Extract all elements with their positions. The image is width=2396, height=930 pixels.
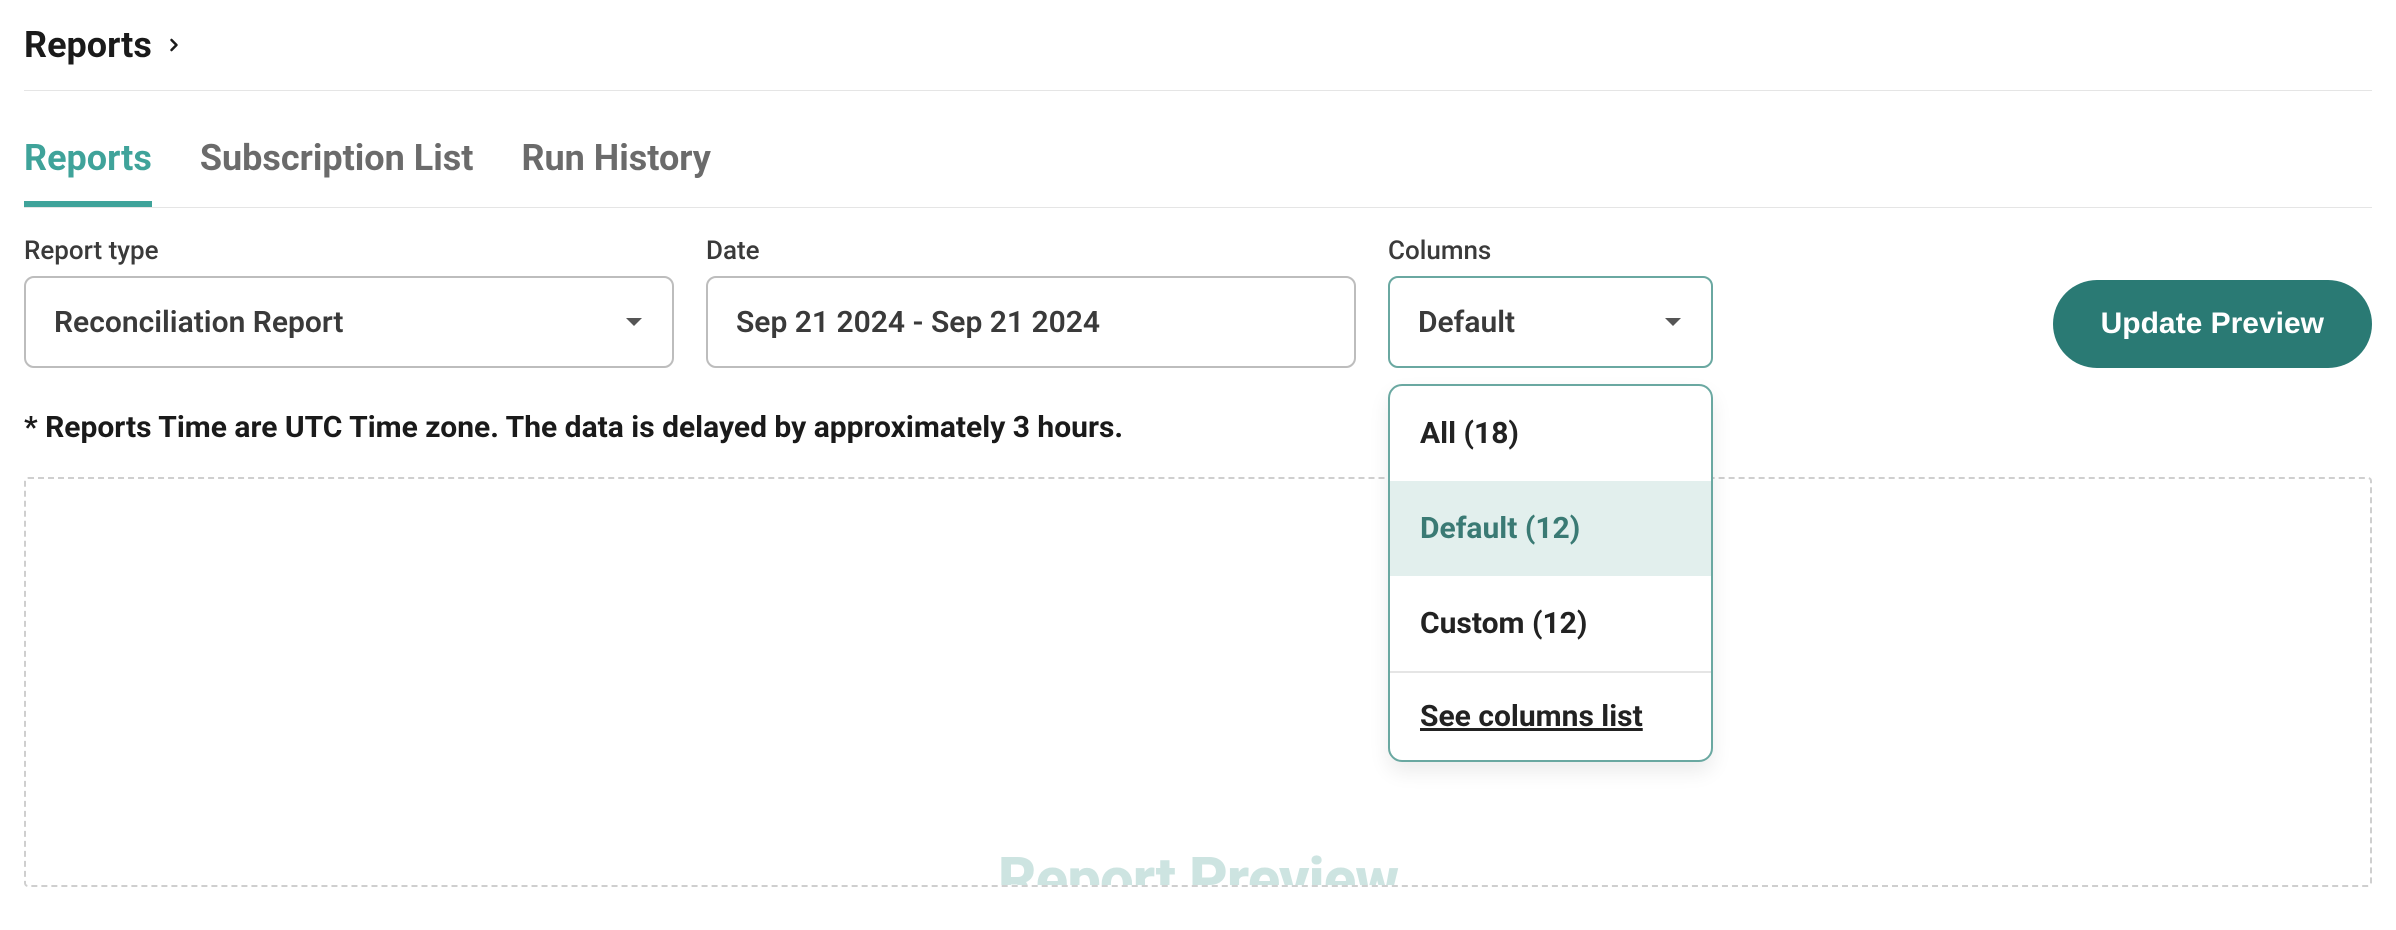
report-type-select[interactable]: Reconciliation Report (24, 276, 674, 368)
columns-field: Columns Default All (18) Default (12) Cu… (1388, 236, 1713, 368)
report-preview-watermark: Report Preview (998, 844, 1398, 887)
breadcrumb-title[interactable]: Reports (24, 24, 152, 66)
columns-option-custom[interactable]: Custom (12) (1390, 576, 1711, 671)
date-range-select[interactable]: Sep 21 2024 - Sep 21 2024 (706, 276, 1356, 368)
date-field: Date Sep 21 2024 - Sep 21 2024 (706, 236, 1356, 368)
see-columns-list-link[interactable]: See columns list (1420, 699, 1643, 734)
breadcrumb: Reports (24, 0, 2372, 91)
report-type-label: Report type (24, 236, 674, 266)
columns-option-all[interactable]: All (18) (1390, 386, 1711, 481)
chevron-right-icon (164, 35, 184, 55)
caret-down-icon (1663, 315, 1683, 329)
tab-subscription-list[interactable]: Subscription List (200, 119, 474, 207)
tab-run-history[interactable]: Run History (521, 119, 710, 207)
report-type-field: Report type Reconciliation Report (24, 236, 674, 368)
columns-select[interactable]: Default (1388, 276, 1713, 368)
report-type-value: Reconciliation Report (54, 305, 343, 340)
columns-value: Default (1418, 305, 1515, 340)
date-range-value: Sep 21 2024 - Sep 21 2024 (736, 305, 1100, 340)
date-label: Date (706, 236, 1356, 266)
report-preview-area: Report Preview (24, 477, 2372, 887)
caret-down-icon (624, 315, 644, 329)
columns-label: Columns (1388, 236, 1713, 266)
columns-option-default[interactable]: Default (12) (1390, 481, 1711, 576)
tabs: Reports Subscription List Run History (24, 119, 2372, 208)
columns-dropdown-footer: See columns list (1390, 671, 1711, 760)
tab-reports[interactable]: Reports (24, 119, 152, 207)
timezone-note: * Reports Time are UTC Time zone. The da… (24, 410, 2372, 445)
update-preview-button[interactable]: Update Preview (2053, 280, 2372, 368)
columns-dropdown: All (18) Default (12) Custom (12) See co… (1388, 384, 1713, 762)
filter-row: Report type Reconciliation Report Date S… (24, 208, 2372, 368)
